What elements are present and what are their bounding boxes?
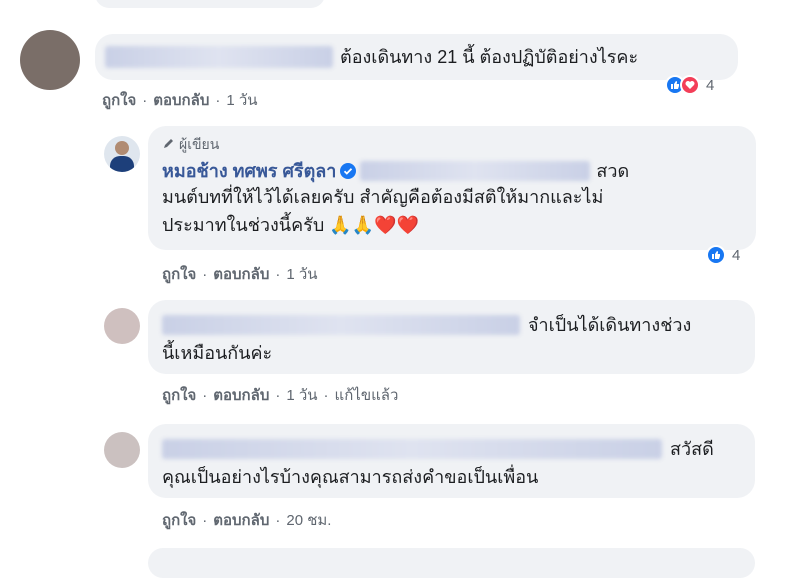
like-reaction-icon bbox=[706, 245, 726, 265]
like-link[interactable]: ถูกใจ bbox=[162, 512, 196, 529]
comment-line-1-tail: จำเป็นได้เดินทางช่วง bbox=[528, 315, 692, 335]
comment-line-2: มนต์บทที่ให้ไว้ได้เลยครับ สำคัญคือต้องมี… bbox=[162, 187, 604, 207]
author-badge: ผู้เขียน bbox=[162, 134, 219, 156]
comment-actions: ถูกใจ · ตอบกลับ · 1 วัน · แก้ไขแล้ว bbox=[162, 387, 399, 404]
partial-comment-bubble-top bbox=[95, 0, 325, 8]
comment-actions: ถูกใจ · ตอบกลับ · 1 วัน bbox=[102, 92, 258, 109]
comment-bubble: จำเป็นได้เดินทางช่วง นี้เหมือนกันค่ะ bbox=[148, 300, 755, 374]
reply-link[interactable]: ตอบกลับ bbox=[213, 266, 269, 283]
love-reaction-icon bbox=[680, 75, 700, 95]
comment-actions: ถูกใจ · ตอบกลับ · 1 วัน bbox=[162, 266, 318, 283]
timestamp[interactable]: 1 วัน bbox=[226, 92, 257, 109]
comment-actions: ถูกใจ · ตอบกลับ · 20 ชม. bbox=[162, 512, 332, 529]
reply-link[interactable]: ตอบกลับ bbox=[213, 387, 269, 404]
timestamp[interactable]: 20 ชม. bbox=[286, 512, 331, 529]
blurred-author-name[interactable] bbox=[105, 46, 333, 68]
comment-line-1-tail: สวัสดี bbox=[670, 439, 714, 459]
comment-text: ต้องเดินทาง 21 นี้ ต้องปฏิบัติอย่างไรคะ bbox=[340, 47, 639, 67]
like-link[interactable]: ถูกใจ bbox=[162, 266, 196, 283]
comment-line-1: หมอช้าง ทศพร ศรีตุลา สวด bbox=[162, 158, 629, 184]
author-avatar[interactable] bbox=[104, 136, 140, 172]
reply-link[interactable]: ตอบกลับ bbox=[153, 92, 209, 109]
pencil-icon bbox=[162, 137, 175, 153]
partial-comment-bubble-bottom bbox=[148, 548, 755, 578]
comment-line-1: จำเป็นได้เดินทางช่วง bbox=[162, 312, 691, 338]
avatar[interactable] bbox=[20, 30, 80, 90]
timestamp[interactable]: 1 วัน bbox=[286, 266, 317, 283]
reaction-count: 4 bbox=[706, 76, 715, 94]
reaction-summary[interactable]: 4 bbox=[665, 75, 714, 95]
reply-link[interactable]: ตอบกลับ bbox=[213, 512, 269, 529]
comment-line-3: ประมาทในช่วงนี้ครับ 🙏🙏❤️❤️ bbox=[162, 215, 419, 235]
timestamp[interactable]: 1 วัน bbox=[286, 387, 317, 404]
avatar[interactable] bbox=[104, 432, 140, 468]
like-link[interactable]: ถูกใจ bbox=[162, 387, 196, 404]
verified-icon bbox=[340, 163, 357, 179]
comment-line-2: นี้เหมือนกันค่ะ bbox=[162, 343, 273, 363]
comment-bubble: ต้องเดินทาง 21 นี้ ต้องปฏิบัติอย่างไรคะ bbox=[95, 34, 738, 80]
comment-bubble: สวัสดี คุณเป็นอย่างไรบ้างคุณสามารถส่งคำข… bbox=[148, 424, 755, 498]
comment-line-1-tail: สวด bbox=[596, 161, 630, 181]
comment-line-2: คุณเป็นอย่างไรบ้างคุณสามารถส่งคำขอเป็นเพ… bbox=[162, 467, 539, 487]
edited-label[interactable]: แก้ไขแล้ว bbox=[335, 387, 399, 404]
author-badge-label: ผู้เขียน bbox=[179, 136, 220, 152]
author-comment-bubble: ผู้เขียน หมอช้าง ทศพร ศรีตุลา สวด มนต์บท… bbox=[148, 126, 756, 250]
like-link[interactable]: ถูกใจ bbox=[102, 92, 136, 109]
reaction-count: 4 bbox=[732, 246, 741, 264]
blurred-author-name[interactable] bbox=[162, 315, 520, 335]
avatar[interactable] bbox=[104, 308, 140, 344]
blurred-author-name[interactable] bbox=[162, 439, 662, 459]
author-name[interactable]: หมอช้าง ทศพร ศรีตุลา bbox=[162, 158, 336, 184]
reaction-summary[interactable]: 4 bbox=[706, 245, 740, 265]
comment-line-1: สวัสดี bbox=[162, 436, 714, 462]
blurred-mention[interactable] bbox=[360, 161, 591, 181]
